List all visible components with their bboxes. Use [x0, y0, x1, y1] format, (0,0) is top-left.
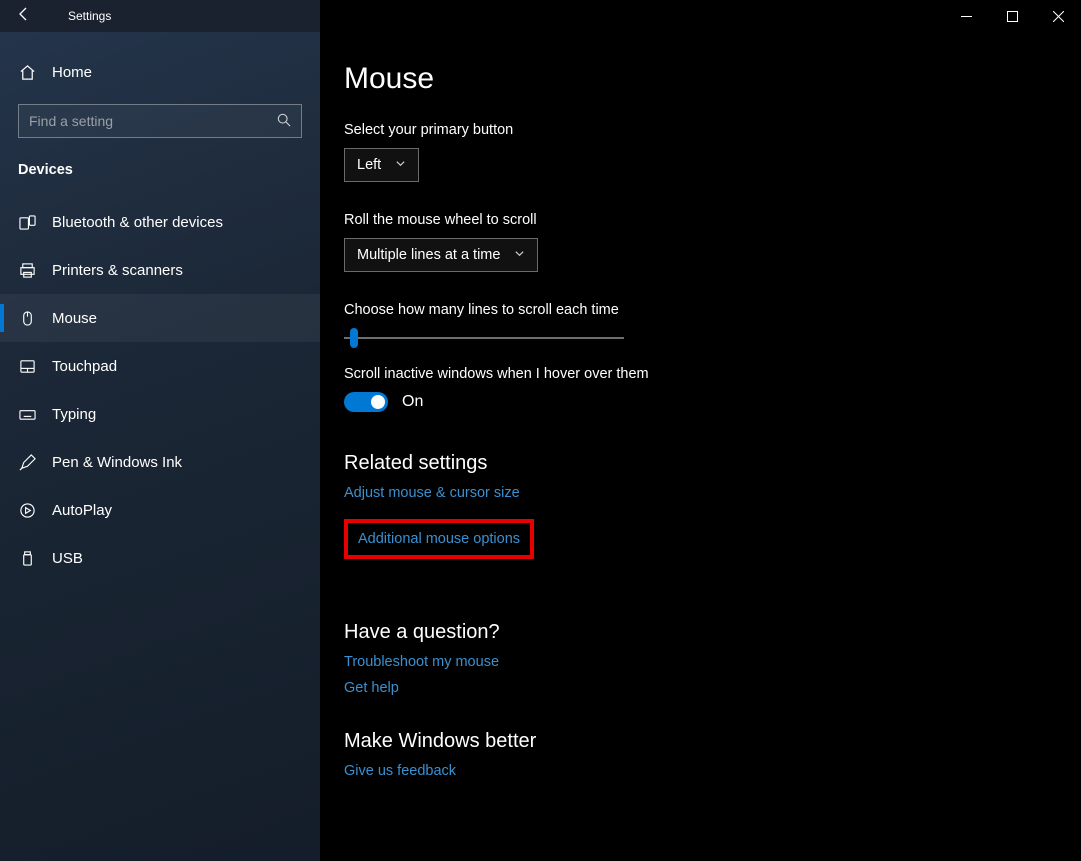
bluetooth-devices-icon: [18, 214, 36, 231]
toggle-state-label: On: [402, 393, 423, 411]
sidebar-item-touchpad[interactable]: Touchpad: [0, 342, 320, 390]
settings-window: Settings Home: [0, 0, 1081, 861]
sidebar-item-pen[interactable]: Pen & Windows Ink: [0, 438, 320, 486]
sidebar-nav: Bluetooth & other devices Printers & sca…: [0, 188, 320, 582]
inactive-scroll-label: Scroll inactive windows when I hover ove…: [344, 366, 1057, 382]
lines-scroll-slider[interactable]: [344, 328, 624, 348]
make-windows-better-heading: Make Windows better: [344, 730, 1057, 753]
chevron-down-icon: [514, 248, 525, 262]
inactive-scroll-toggle[interactable]: [344, 392, 388, 412]
home-label: Home: [52, 64, 92, 81]
back-button[interactable]: [0, 6, 48, 26]
sidebar-item-label: Touchpad: [52, 358, 117, 375]
page-title: Mouse: [344, 62, 1057, 96]
sidebar-item-typing[interactable]: Typing: [0, 390, 320, 438]
mouse-icon: [18, 310, 36, 327]
titlebar: Settings: [0, 0, 1081, 32]
sidebar-item-label: Printers & scanners: [52, 262, 183, 279]
sidebar: Home Devices Bluetooth & other devices: [0, 32, 320, 861]
link-troubleshoot-my-mouse[interactable]: Troubleshoot my mouse: [344, 654, 1057, 670]
sidebar-item-usb[interactable]: USB: [0, 534, 320, 582]
autoplay-icon: [18, 502, 36, 519]
content-area: Mouse Select your primary button Left Ro…: [320, 32, 1081, 861]
sidebar-item-label: Pen & Windows Ink: [52, 454, 182, 471]
sidebar-item-label: Mouse: [52, 310, 97, 327]
link-additional-mouse-options[interactable]: Additional mouse options: [358, 531, 520, 547]
chevron-down-icon: [395, 158, 406, 172]
lines-scroll-label: Choose how many lines to scroll each tim…: [344, 302, 1057, 318]
printer-icon: [18, 262, 36, 279]
home-icon: [18, 64, 36, 81]
wheel-scroll-dropdown[interactable]: Multiple lines at a time: [344, 238, 538, 272]
maximize-button[interactable]: [989, 0, 1035, 32]
wheel-scroll-label: Roll the mouse wheel to scroll: [344, 212, 1057, 228]
primary-button-label: Select your primary button: [344, 122, 1057, 138]
sidebar-item-printers[interactable]: Printers & scanners: [0, 246, 320, 294]
sidebar-item-label: AutoPlay: [52, 502, 112, 519]
keyboard-icon: [18, 406, 36, 423]
primary-button-dropdown[interactable]: Left: [344, 148, 419, 182]
sidebar-item-label: Typing: [52, 406, 96, 423]
have-a-question-heading: Have a question?: [344, 621, 1057, 644]
touchpad-icon: [18, 358, 36, 375]
sidebar-item-bluetooth[interactable]: Bluetooth & other devices: [0, 198, 320, 246]
highlight-box: Additional mouse options: [344, 519, 534, 559]
pen-icon: [18, 454, 36, 471]
primary-button-value: Left: [357, 157, 381, 173]
search-icon: [277, 113, 291, 130]
link-adjust-mouse-cursor-size[interactable]: Adjust mouse & cursor size: [344, 485, 1057, 501]
sidebar-item-label: USB: [52, 550, 83, 567]
usb-icon: [18, 550, 36, 567]
sidebar-item-autoplay[interactable]: AutoPlay: [0, 486, 320, 534]
sidebar-item-mouse[interactable]: Mouse: [0, 294, 320, 342]
link-give-us-feedback[interactable]: Give us feedback: [344, 763, 1057, 779]
search-box[interactable]: [18, 104, 302, 138]
window-title: Settings: [68, 9, 111, 23]
link-get-help[interactable]: Get help: [344, 680, 1057, 696]
home-button[interactable]: Home: [0, 52, 320, 92]
toggle-knob: [371, 395, 385, 409]
sidebar-category: Devices: [0, 138, 320, 188]
wheel-scroll-value: Multiple lines at a time: [357, 247, 500, 263]
close-button[interactable]: [1035, 0, 1081, 32]
slider-thumb[interactable]: [350, 328, 358, 348]
related-settings-heading: Related settings: [344, 452, 1057, 475]
search-input[interactable]: [29, 113, 277, 129]
slider-track: [344, 337, 624, 339]
sidebar-item-label: Bluetooth & other devices: [52, 214, 223, 231]
minimize-button[interactable]: [943, 0, 989, 32]
